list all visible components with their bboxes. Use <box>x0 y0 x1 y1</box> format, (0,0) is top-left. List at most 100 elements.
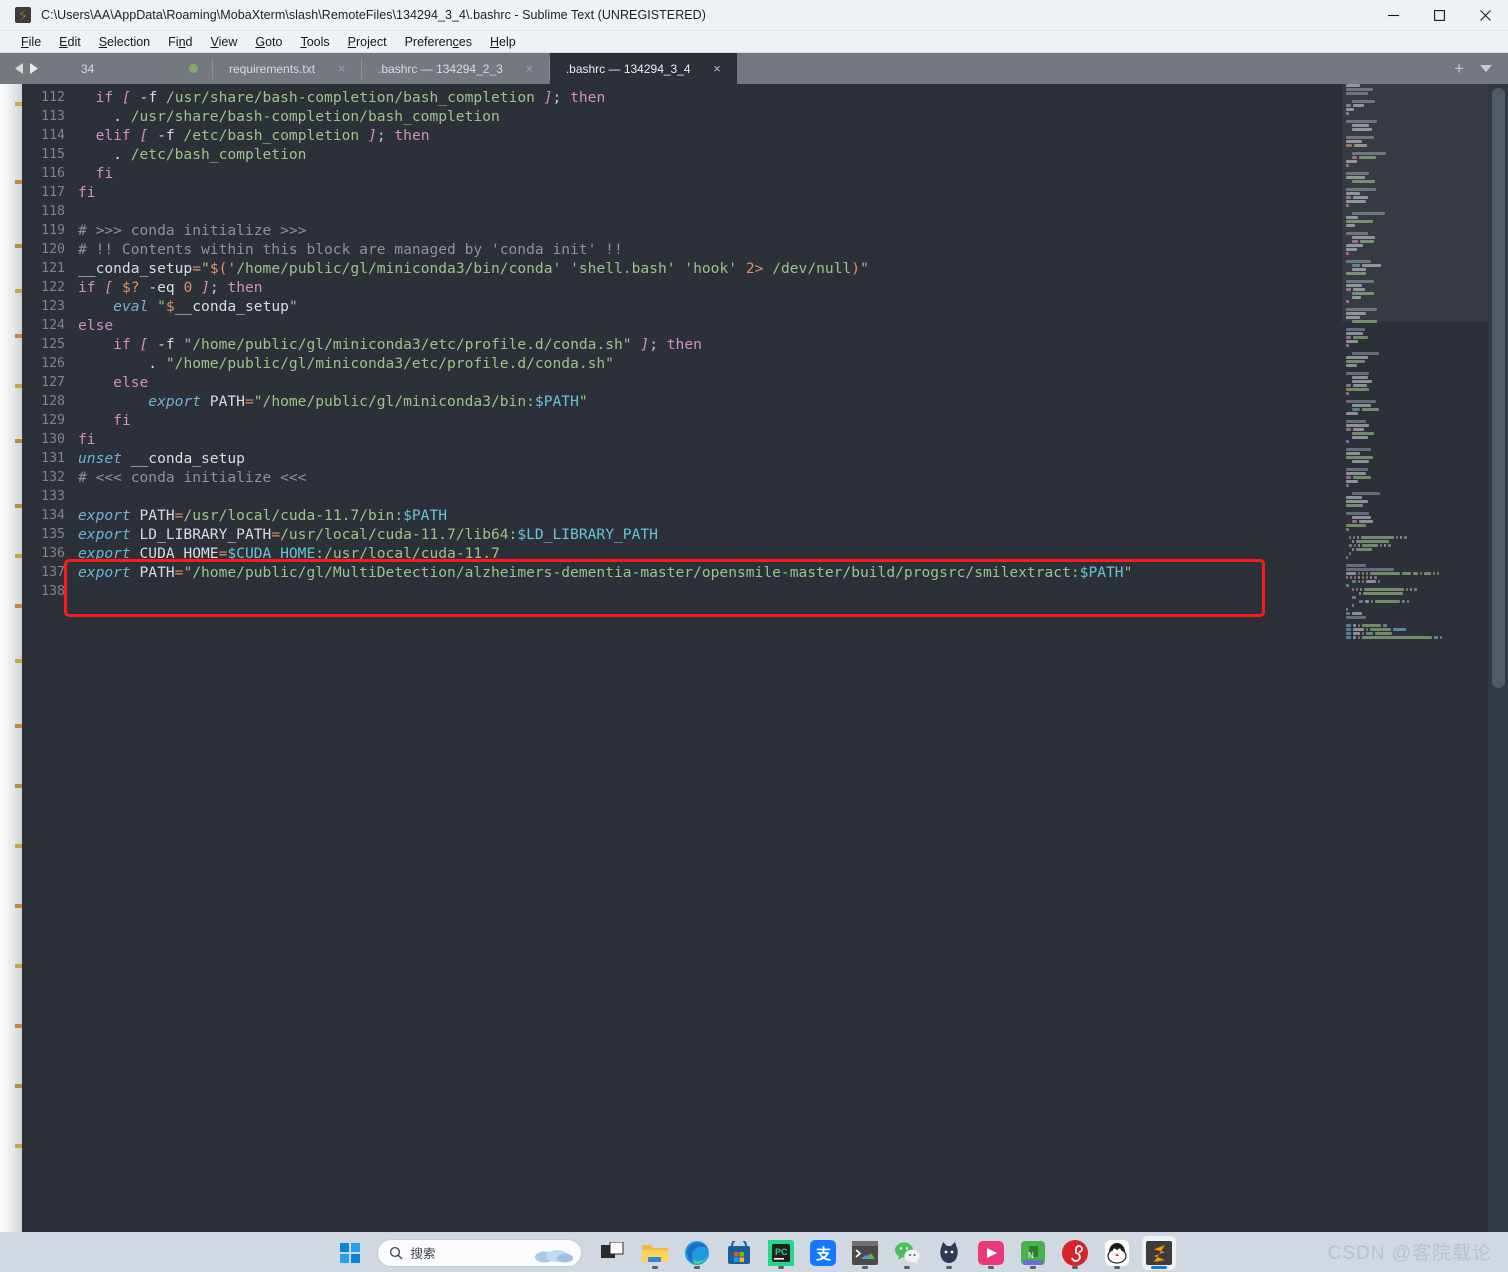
code-line-content[interactable]: if [ -f "/home/public/gl/miniconda3/etc/… <box>78 335 702 354</box>
evernote-icon[interactable]: N <box>1016 1236 1050 1270</box>
code-line-content[interactable]: fi <box>78 411 131 430</box>
code-line[interactable]: 137 export PATH="/home/public/gl/MultiDet… <box>22 563 1508 582</box>
code-line-content[interactable]: __conda_setup="$('/home/public/gl/minico… <box>78 259 869 278</box>
menu-item-project[interactable]: Project <box>339 33 396 51</box>
code-line[interactable]: 129 fi <box>22 411 1508 430</box>
code-line[interactable]: 138 <box>22 582 1508 601</box>
code-line[interactable]: 123 eval "$__conda_setup" <box>22 297 1508 316</box>
netease-music-icon[interactable] <box>1058 1236 1092 1270</box>
code-line[interactable]: 112 if [ -f /usr/share/bash-completion/b… <box>22 88 1508 107</box>
menu-item-view[interactable]: View <box>201 33 246 51</box>
microsoft-store-icon[interactable] <box>722 1236 756 1270</box>
menu-item-help[interactable]: Help <box>481 33 525 51</box>
code-line-content[interactable]: elif [ -f /etc/bash_completion ]; then <box>78 126 430 145</box>
tim-cat-icon[interactable] <box>932 1236 966 1270</box>
code-line-content[interactable]: . /usr/share/bash-completion/bash_comple… <box>78 107 500 126</box>
code-line-content[interactable]: else <box>78 316 113 335</box>
code-line[interactable]: 132 # <<< conda initialize <<< <box>22 468 1508 487</box>
menu-item-goto[interactable]: Goto <box>246 33 291 51</box>
code-line-content[interactable]: fi <box>78 430 96 449</box>
left-edge-scroll-rail[interactable] <box>0 84 22 1232</box>
code-line[interactable]: 122 if [ $? -eq 0 ]; then <box>22 278 1508 297</box>
editor-tab[interactable]: requirements.txt × <box>213 53 362 84</box>
chevron-down-icon[interactable] <box>1480 65 1492 72</box>
start-button[interactable] <box>333 1236 367 1270</box>
sublime-text-icon[interactable] <box>1141 1235 1176 1270</box>
code-line-content[interactable]: export CUDA_HOME=$CUDA_HOME:/usr/local/c… <box>78 544 500 563</box>
minimize-button[interactable] <box>1370 0 1416 31</box>
tab-close-icon[interactable]: × <box>711 62 724 75</box>
code-line-content[interactable]: export PATH=/usr/local/cuda-11.7/bin:$PA… <box>78 506 447 525</box>
editor-tab[interactable]: .bashrc — 134294_2_3 × <box>362 53 549 84</box>
tab-nav-arrows[interactable] <box>14 62 39 75</box>
code-line-content[interactable]: . /etc/bash_completion <box>78 145 306 164</box>
editor-tab[interactable]: .bashrc — 134294_3_4 × <box>549 53 737 84</box>
code-minimap[interactable] <box>1342 84 1488 1232</box>
code-line[interactable]: 117 fi <box>22 183 1508 202</box>
code-line-content[interactable]: eval "$__conda_setup" <box>78 297 298 316</box>
code-line-content[interactable]: . "/home/public/gl/miniconda3/etc/profil… <box>78 354 614 373</box>
taskbar-search-box[interactable]: 搜索 <box>376 1238 582 1267</box>
scroll-rail-mark <box>15 504 22 508</box>
code-line[interactable]: 133 <box>22 487 1508 506</box>
code-line[interactable]: 120 # !! Contents within this block are m… <box>22 240 1508 259</box>
qq-icon[interactable] <box>1100 1236 1134 1270</box>
tab-navigation-group[interactable]: 34 <box>0 53 212 84</box>
menu-item-selection[interactable]: Selection <box>90 33 159 51</box>
code-line-content[interactable]: else <box>78 373 148 392</box>
menu-item-preferences[interactable]: Preferences <box>396 33 481 51</box>
alipay-icon[interactable]: 支 <box>806 1236 840 1270</box>
code-lines[interactable]: 112 if [ -f /usr/share/bash-completion/b… <box>22 84 1508 601</box>
menu-item-find[interactable]: Find <box>159 33 201 51</box>
code-line[interactable]: 114 elif [ -f /etc/bash_completion ]; th… <box>22 126 1508 145</box>
new-tab-button[interactable]: + <box>1454 60 1464 77</box>
tab-close-icon[interactable]: × <box>335 62 348 75</box>
terminal-icon[interactable] <box>848 1236 882 1270</box>
code-line[interactable]: 126 . "/home/public/gl/miniconda3/etc/pr… <box>22 354 1508 373</box>
code-line-content[interactable]: if [ $? -eq 0 ]; then <box>78 278 263 297</box>
minimap-viewport[interactable] <box>1342 84 1488 322</box>
code-line[interactable]: 125 if [ -f "/home/public/gl/miniconda3/… <box>22 335 1508 354</box>
code-line[interactable]: 131 unset __conda_setup <box>22 449 1508 468</box>
menu-item-tools[interactable]: Tools <box>291 33 338 51</box>
code-line-content[interactable]: # >>> conda initialize >>> <box>78 221 306 240</box>
code-line[interactable]: 136 export CUDA_HOME=$CUDA_HOME:/usr/loca… <box>22 544 1508 563</box>
code-line-content[interactable]: export LD_LIBRARY_PATH=/usr/local/cuda-1… <box>78 525 658 544</box>
close-button[interactable] <box>1462 0 1508 31</box>
code-line[interactable]: 135 export LD_LIBRARY_PATH=/usr/local/cud… <box>22 525 1508 544</box>
code-line[interactable]: 115 . /etc/bash_completion <box>22 145 1508 164</box>
code-line-content[interactable]: export PATH="/home/public/gl/miniconda3/… <box>78 392 587 411</box>
code-line[interactable]: 119 # >>> conda initialize >>> <box>22 221 1508 240</box>
microsoft-edge-icon[interactable] <box>680 1236 714 1270</box>
vertical-scrollbar-thumb[interactable] <box>1492 88 1505 688</box>
line-number: 135 <box>41 527 65 542</box>
code-line-content[interactable]: export PATH="/home/public/gl/MultiDetect… <box>78 563 1132 582</box>
code-line[interactable]: 134 export PATH=/usr/local/cuda-11.7/bin:… <box>22 506 1508 525</box>
vertical-scrollbar[interactable] <box>1488 84 1508 1232</box>
code-line[interactable]: 113 . /usr/share/bash-completion/bash_co… <box>22 107 1508 126</box>
code-line-content[interactable]: fi <box>78 183 96 202</box>
scroll-rail-mark <box>15 244 22 248</box>
tab-close-icon[interactable]: × <box>523 62 536 75</box>
code-line[interactable]: 128 export PATH="/home/public/gl/minicon… <box>22 392 1508 411</box>
task-view-icon[interactable] <box>596 1236 630 1270</box>
code-line-content[interactable]: unset __conda_setup <box>78 449 245 468</box>
code-viewport[interactable]: 112 if [ -f /usr/share/bash-completion/b… <box>22 84 1508 1232</box>
code-line-content[interactable]: # <<< conda initialize <<< <box>78 468 306 487</box>
bilibili-icon[interactable] <box>974 1236 1008 1270</box>
code-line[interactable]: 124 else <box>22 316 1508 335</box>
code-line[interactable]: 121 __conda_setup="$('/home/public/gl/min… <box>22 259 1508 278</box>
code-line[interactable]: 116 fi <box>22 164 1508 183</box>
code-line-content[interactable]: fi <box>78 164 114 183</box>
pycharm-icon[interactable]: PC <box>764 1236 798 1270</box>
maximize-button[interactable] <box>1416 0 1462 31</box>
menu-item-file[interactable]: File <box>12 33 50 51</box>
code-line[interactable]: 118 <box>22 202 1508 221</box>
code-line-content[interactable]: if [ -f /usr/share/bash-completion/bash_… <box>78 88 606 107</box>
menu-item-edit[interactable]: Edit <box>50 33 90 51</box>
wechat-icon[interactable] <box>890 1236 924 1270</box>
file-explorer-icon[interactable] <box>638 1236 672 1270</box>
code-line-content[interactable]: # !! Contents within this block are mana… <box>78 240 623 259</box>
code-line[interactable]: 127 else <box>22 373 1508 392</box>
code-line[interactable]: 130 fi <box>22 430 1508 449</box>
